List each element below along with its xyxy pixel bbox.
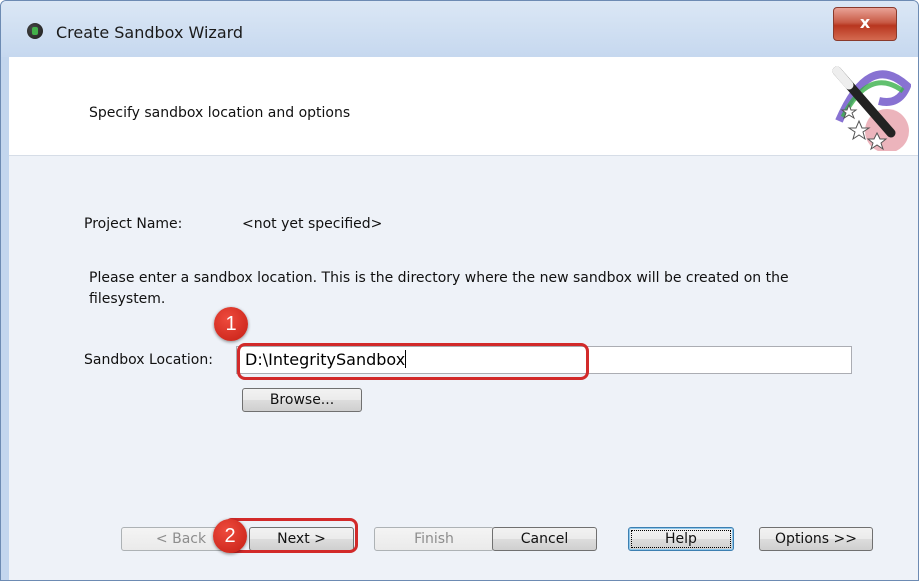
step-2-badge: 2	[213, 519, 247, 553]
magic-wand-icon	[832, 66, 911, 151]
project-name-value: <not yet specified>	[242, 216, 383, 232]
window-title: Create Sandbox Wizard	[56, 23, 244, 42]
help-button[interactable]: Help	[628, 527, 734, 551]
wizard-banner: Specify sandbox location and options	[9, 57, 918, 156]
instructions-text: Please enter a sandbox location. This is…	[89, 270, 789, 307]
step-1-badge: 1	[214, 307, 248, 341]
project-name-label: Project Name:	[84, 216, 183, 232]
help-button-label: Help	[629, 528, 733, 550]
location-highlight-box	[237, 343, 589, 380]
close-button[interactable]: x	[833, 7, 897, 41]
options-button[interactable]: Options >>	[759, 527, 873, 551]
banner-heading: Specify sandbox location and options	[89, 105, 351, 121]
app-icon	[27, 23, 43, 39]
cancel-button[interactable]: Cancel	[492, 527, 597, 551]
title-bar: Create Sandbox Wizard x	[1, 1, 918, 57]
finish-button[interactable]: Finish	[374, 527, 494, 551]
browse-button[interactable]: Browse...	[242, 388, 362, 412]
wizard-window: Create Sandbox Wizard x Specify sandbox …	[0, 0, 919, 581]
sandbox-location-label: Sandbox Location:	[84, 352, 213, 368]
